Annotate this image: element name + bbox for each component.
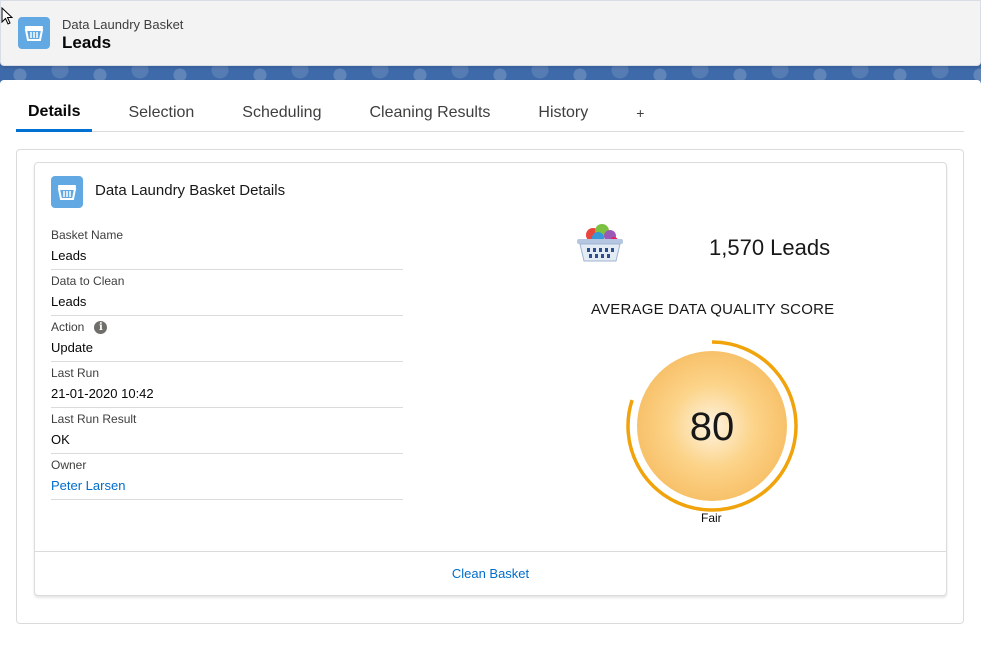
details-container: Data Laundry Basket Details Basket Name … [16,149,964,624]
record-body: Details Selection Scheduling Cleaning Re… [0,80,981,651]
field-last-run: Last Run 21-01-2020 10:42 [51,362,403,408]
field-basket-name: Basket Name Leads [51,224,403,270]
tab-details[interactable]: Details [16,94,93,132]
field-label: Action [51,320,85,334]
field-value: OK [51,431,70,447]
basket-details-card: Data Laundry Basket Details Basket Name … [34,162,947,596]
tab-scheduling[interactable]: Scheduling [230,94,333,132]
score-rating: Fair [701,511,722,525]
tab-history[interactable]: History [526,94,600,132]
record-title: Leads [62,33,112,52]
field-value: Update [51,339,93,355]
field-last-run-result: Last Run Result OK [51,408,403,454]
field-label: Data to Clean [51,274,125,288]
info-icon[interactable]: i [94,320,108,334]
field-owner: Owner Peter Larsen [51,454,403,500]
field-value: Leads [51,247,87,263]
tab-cleaning-results[interactable]: Cleaning Results [357,94,502,132]
record-count: 1,570 Leads [709,235,831,260]
score-value: 80 [690,405,735,449]
tab-selection[interactable]: Selection [116,94,206,132]
field-label-row: Action i [51,317,403,337]
field-value: Leads [51,293,87,309]
field-label: Last Run Result [51,412,137,426]
record-header: Data Laundry Basket Leads [0,0,981,66]
owner-link[interactable]: Peter Larsen [51,475,403,495]
tab-bar: Details Selection Scheduling Cleaning Re… [16,94,964,132]
basket-icon [18,17,50,49]
field-list: Basket Name Leads Data to Clean Leads Ac… [51,224,403,500]
object-type-label: Data Laundry Basket [62,17,184,32]
clean-basket-button[interactable]: Clean Basket [452,566,529,581]
laundry-basket-icon [577,224,623,262]
field-label: Basket Name [51,228,124,242]
field-label: Owner [51,458,87,472]
field-value: 21-01-2020 10:42 [51,385,154,401]
mouse-cursor-icon [1,7,13,25]
basket-icon [51,176,83,208]
field-data-to-clean: Data to Clean Leads [51,270,403,316]
add-tab-button[interactable]: + [624,94,656,132]
score-title: AVERAGE DATA QUALITY SCORE [591,301,835,318]
card-title: Data Laundry Basket Details [95,182,286,199]
quality-score-gauge: 80 [626,340,798,512]
field-action: Action i Update [51,316,403,362]
field-label: Last Run [51,366,100,380]
card-footer: Clean Basket [35,551,946,595]
